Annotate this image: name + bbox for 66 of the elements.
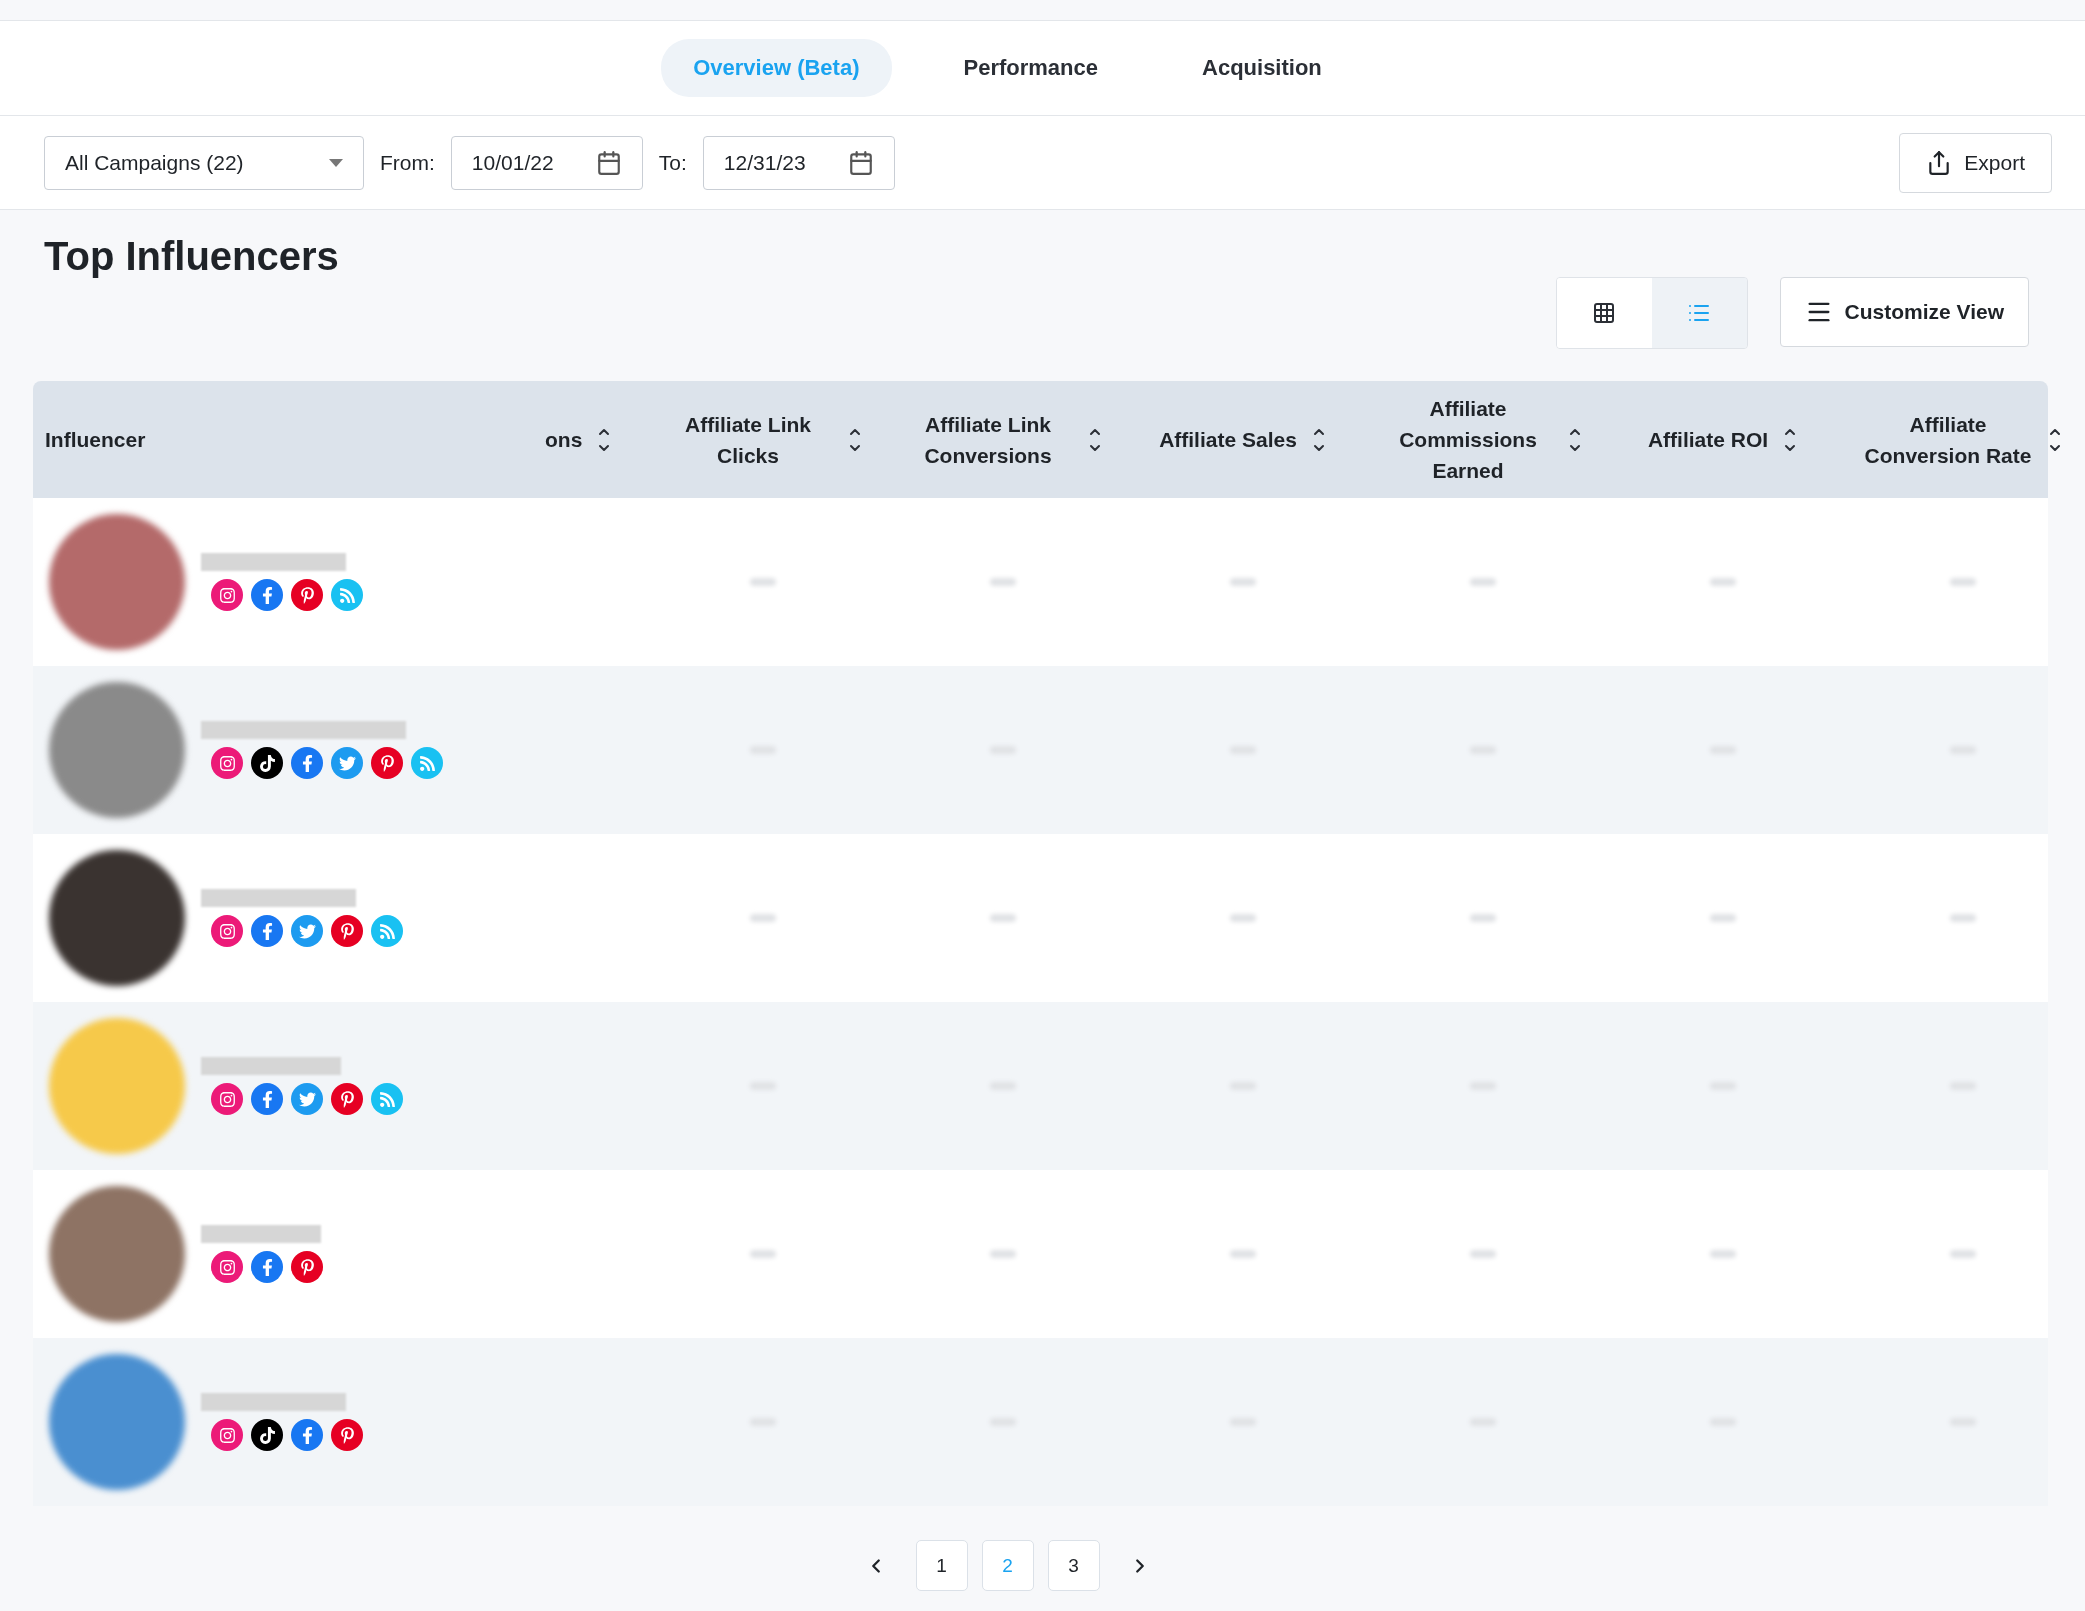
tab[interactable]: Acquisition bbox=[1170, 39, 1354, 97]
instagram-icon[interactable] bbox=[211, 579, 243, 611]
tiktok-icon[interactable] bbox=[251, 747, 283, 779]
pinterest-icon[interactable] bbox=[331, 915, 363, 947]
pinterest-icon[interactable] bbox=[291, 1251, 323, 1283]
redacted-value bbox=[750, 578, 776, 586]
redacted-value bbox=[990, 1250, 1016, 1258]
column-header: Affiliate Conversion Rate bbox=[1863, 411, 2033, 469]
date-field[interactable]: 10/01/22 bbox=[450, 135, 643, 190]
redacted-value bbox=[1950, 1250, 1976, 1258]
column-header: Affiliate Link Conversions bbox=[923, 411, 1053, 469]
twitter-icon[interactable] bbox=[331, 747, 363, 779]
facebook-icon[interactable] bbox=[291, 747, 323, 779]
instagram-icon[interactable] bbox=[211, 747, 243, 779]
facebook-icon[interactable] bbox=[251, 1251, 283, 1283]
column-header: ons bbox=[545, 427, 583, 453]
redacted-value bbox=[990, 914, 1016, 922]
redacted-value bbox=[1470, 914, 1496, 922]
facebook-icon[interactable] bbox=[251, 1083, 283, 1115]
caret-icon bbox=[329, 158, 343, 167]
pinterest-icon[interactable] bbox=[331, 1083, 363, 1115]
twitter-icon[interactable] bbox=[291, 1083, 323, 1115]
campaign-select[interactable]: All Campaigns (22) bbox=[44, 135, 364, 190]
calendar-icon[interactable] bbox=[847, 149, 874, 176]
page-button[interactable]: 1 bbox=[915, 1540, 968, 1591]
redacted-value bbox=[1710, 1250, 1736, 1258]
redacted-value bbox=[750, 1250, 776, 1258]
pinterest-icon[interactable] bbox=[331, 1419, 363, 1451]
redacted-value bbox=[1230, 1250, 1256, 1258]
grid-view-button[interactable] bbox=[1556, 278, 1652, 348]
redacted-value bbox=[1710, 914, 1736, 922]
date-field[interactable]: 12/31/23 bbox=[702, 135, 895, 190]
to-label: To: bbox=[658, 150, 687, 175]
tiktok-icon[interactable] bbox=[251, 1419, 283, 1451]
redacted-value bbox=[1470, 578, 1496, 586]
column-header: Affiliate ROI bbox=[1647, 427, 1769, 453]
from-label: From: bbox=[380, 150, 435, 175]
column-header: Affiliate Sales bbox=[1159, 427, 1297, 453]
redacted-value bbox=[990, 578, 1016, 586]
facebook-icon[interactable] bbox=[251, 915, 283, 947]
column-header: Affiliate Link Clicks bbox=[684, 411, 812, 469]
instagram-icon[interactable] bbox=[211, 1419, 243, 1451]
redacted-value bbox=[1710, 578, 1736, 586]
redacted-value bbox=[750, 914, 776, 922]
instagram-icon[interactable] bbox=[211, 915, 243, 947]
facebook-icon[interactable] bbox=[291, 1419, 323, 1451]
redacted-value bbox=[1950, 914, 1976, 922]
grid-icon bbox=[1592, 301, 1616, 325]
export-button[interactable]: Export bbox=[1899, 132, 2052, 193]
instagram-icon[interactable] bbox=[211, 1251, 243, 1283]
redacted-value bbox=[1950, 578, 1976, 586]
instagram-icon[interactable] bbox=[211, 1083, 243, 1115]
calendar-icon[interactable] bbox=[595, 149, 622, 176]
tab[interactable]: Performance bbox=[931, 39, 1130, 97]
twitter-icon[interactable] bbox=[291, 915, 323, 947]
customize-view-button[interactable]: Customize View bbox=[1779, 277, 2029, 347]
redacted-value bbox=[1230, 578, 1256, 586]
pinterest-icon[interactable] bbox=[291, 579, 323, 611]
column-header: Affiliate Commissions Earned bbox=[1398, 396, 1538, 484]
pinterest-icon[interactable] bbox=[371, 747, 403, 779]
redacted-value bbox=[1470, 1250, 1496, 1258]
page-button[interactable]: 3 bbox=[1047, 1540, 1100, 1591]
section-title: Top Influencers bbox=[44, 234, 340, 279]
facebook-icon[interactable] bbox=[251, 579, 283, 611]
column-header: Influencer bbox=[45, 427, 146, 453]
redacted-value bbox=[1230, 914, 1256, 922]
